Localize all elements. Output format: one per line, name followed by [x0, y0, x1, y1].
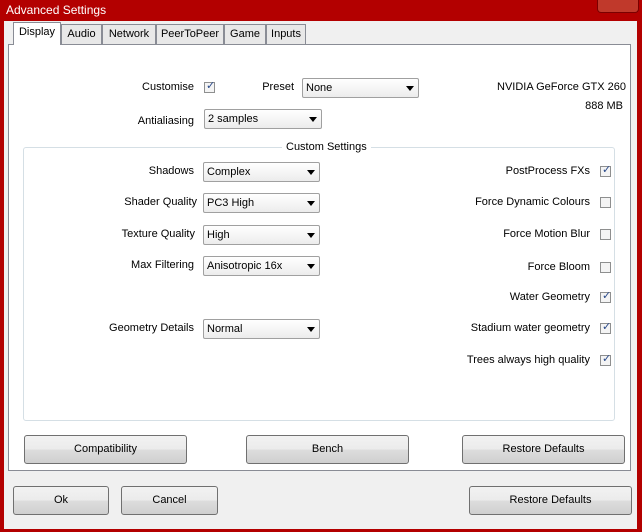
- chevron-down-icon: [309, 117, 317, 122]
- check-icon: ✓: [602, 290, 612, 302]
- title-bar[interactable]: Advanced Settings: [0, 0, 642, 20]
- antialiasing-dropdown[interactable]: 2 samples: [204, 109, 322, 129]
- check-icon: ✓: [602, 321, 612, 333]
- postprocess-fxs-checkbox[interactable]: ✓: [600, 164, 612, 177]
- postprocess-fxs-label: PostProcess FXs: [505, 165, 590, 177]
- shader-quality-dropdown[interactable]: PC3 High: [203, 193, 320, 213]
- force-motion-blur-checkbox[interactable]: [600, 229, 611, 240]
- shader-quality-label: Shader Quality: [124, 196, 197, 208]
- trees-high-quality-label: Trees always high quality: [466, 354, 590, 366]
- tab-inputs[interactable]: Inputs: [266, 24, 306, 44]
- check-icon: ✓: [206, 80, 216, 92]
- customise-label: Customise: [142, 81, 194, 93]
- preset-dropdown[interactable]: None: [302, 78, 419, 98]
- check-icon: ✓: [602, 164, 612, 176]
- advanced-settings-window: Advanced Settings Display Audio Network …: [0, 0, 642, 532]
- geometry-details-label: Geometry Details: [109, 322, 194, 334]
- stadium-water-geometry-label: Stadium water geometry: [470, 322, 590, 334]
- force-dynamic-colours-checkbox[interactable]: [600, 197, 611, 208]
- water-geometry-label: Water Geometry: [509, 291, 590, 303]
- custom-settings-group: [23, 147, 615, 421]
- gpu-name: NVIDIA GeForce GTX 260: [497, 81, 626, 93]
- trees-high-quality-checkbox[interactable]: ✓: [600, 353, 612, 366]
- chevron-down-icon: [307, 201, 315, 206]
- chevron-down-icon: [406, 86, 414, 91]
- chevron-down-icon: [307, 233, 315, 238]
- panel-restore-defaults-button[interactable]: Restore Defaults: [462, 435, 625, 464]
- ok-button[interactable]: Ok: [13, 486, 109, 515]
- tab-game[interactable]: Game: [224, 24, 266, 44]
- tab-display[interactable]: Display: [13, 22, 61, 45]
- water-geometry-checkbox[interactable]: ✓: [600, 290, 612, 303]
- force-dynamic-colours-label: Force Dynamic Colours: [475, 196, 590, 208]
- shadows-label: Shadows: [148, 165, 194, 177]
- window-title: Advanced Settings: [6, 3, 107, 17]
- force-bloom-label: Force Bloom: [527, 261, 590, 273]
- customise-checkbox[interactable]: ✓: [204, 80, 216, 93]
- chevron-down-icon: [307, 327, 315, 332]
- compatibility-button[interactable]: Compatibility: [24, 435, 187, 464]
- texture-quality-label: Texture Quality: [121, 228, 195, 240]
- cancel-button[interactable]: Cancel: [121, 486, 218, 515]
- tab-network[interactable]: Network: [102, 24, 156, 44]
- shadows-dropdown[interactable]: Complex: [203, 162, 320, 182]
- tab-peertopeer[interactable]: PeerToPeer: [156, 24, 224, 44]
- chevron-down-icon: [307, 170, 315, 175]
- force-bloom-checkbox[interactable]: [600, 262, 611, 273]
- close-button[interactable]: [597, 0, 639, 13]
- check-icon: ✓: [602, 353, 612, 365]
- bench-button[interactable]: Bench: [246, 435, 409, 464]
- max-filtering-label: Max Filtering: [131, 259, 194, 271]
- force-motion-blur-label: Force Motion Blur: [503, 228, 590, 240]
- chevron-down-icon: [307, 264, 315, 269]
- geometry-details-dropdown[interactable]: Normal: [203, 319, 320, 339]
- stadium-water-geometry-checkbox[interactable]: ✓: [600, 321, 612, 334]
- texture-quality-dropdown[interactable]: High: [203, 225, 320, 245]
- preset-label: Preset: [262, 81, 294, 93]
- gpu-memory: 888 MB: [585, 100, 623, 112]
- restore-defaults-button[interactable]: Restore Defaults: [469, 486, 632, 515]
- custom-settings-title: Custom Settings: [282, 141, 371, 153]
- antialiasing-label: Antialiasing: [137, 115, 194, 127]
- max-filtering-dropdown[interactable]: Anisotropic 16x: [203, 256, 320, 276]
- tab-audio[interactable]: Audio: [61, 24, 102, 44]
